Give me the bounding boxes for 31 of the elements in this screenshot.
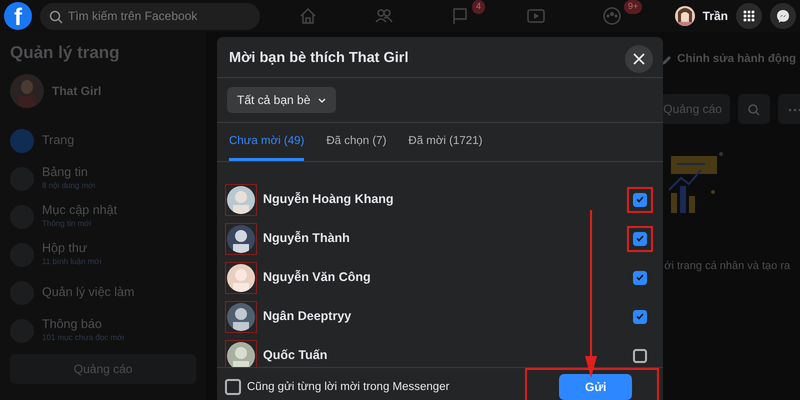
edit-action-link[interactable]: Chỉnh sửa hành động xyxy=(677,51,796,69)
sidebar-item[interactable]: Quản lý việc làm xyxy=(42,285,134,300)
user-name[interactable]: Trần xyxy=(702,7,728,25)
friend-name[interactable]: Nguyễn Thành xyxy=(263,229,350,248)
friend-name[interactable]: Nguyễn Văn Công xyxy=(263,268,371,288)
checkbox-label[interactable]: Cũng gửi từng lời mời trong Messenger xyxy=(247,378,450,396)
sidebar-item[interactable]: Thông báo xyxy=(42,317,124,332)
tab[interactable]: Đã chọn (7) xyxy=(326,125,386,162)
send-button[interactable]: Gửi xyxy=(559,374,632,400)
sidebar-item[interactable]: Bảng tin xyxy=(42,165,96,180)
item-subtitle: 8 nội dung mới xyxy=(42,180,96,192)
friend-name[interactable]: Quốc Tuấn xyxy=(263,346,328,366)
tab[interactable]: Chưa mời (49) xyxy=(229,125,304,162)
sidebar-item[interactable]: Trang xyxy=(42,133,74,148)
description-text: ới trang cá nhân và tạo ra xyxy=(664,259,792,274)
item-subtitle: 11 bình luận mới xyxy=(42,256,102,268)
tab[interactable]: Đã mời (1721) xyxy=(408,125,482,162)
search-field[interactable]: Tìm kiếm trên Facebook xyxy=(40,2,260,30)
item-subtitle: Thông tin mới xyxy=(42,218,92,230)
dialog-title: Mời bạn bè thích That Girl xyxy=(229,49,408,68)
notification-badge: 9+ xyxy=(624,0,642,14)
sidebar-item[interactable]: Hộp thư xyxy=(42,241,102,256)
friend-name[interactable]: Ngân Deeptryy xyxy=(263,307,352,326)
sidebar-item[interactable]: Mục cập nhật xyxy=(42,203,118,218)
facebook-logo[interactable]: f xyxy=(4,2,32,30)
friends-filter-dropdown[interactable]: Tất cả bạn bè xyxy=(227,87,336,113)
sidebar-title: Quản lý trang xyxy=(10,42,121,64)
notification-badge: 4 xyxy=(472,0,486,14)
page-name[interactable]: That Girl xyxy=(52,82,102,100)
item-subtitle: 101 mục chưa đọc mới xyxy=(42,332,124,344)
friend-name[interactable]: Nguyễn Hoàng Khang xyxy=(263,190,394,210)
